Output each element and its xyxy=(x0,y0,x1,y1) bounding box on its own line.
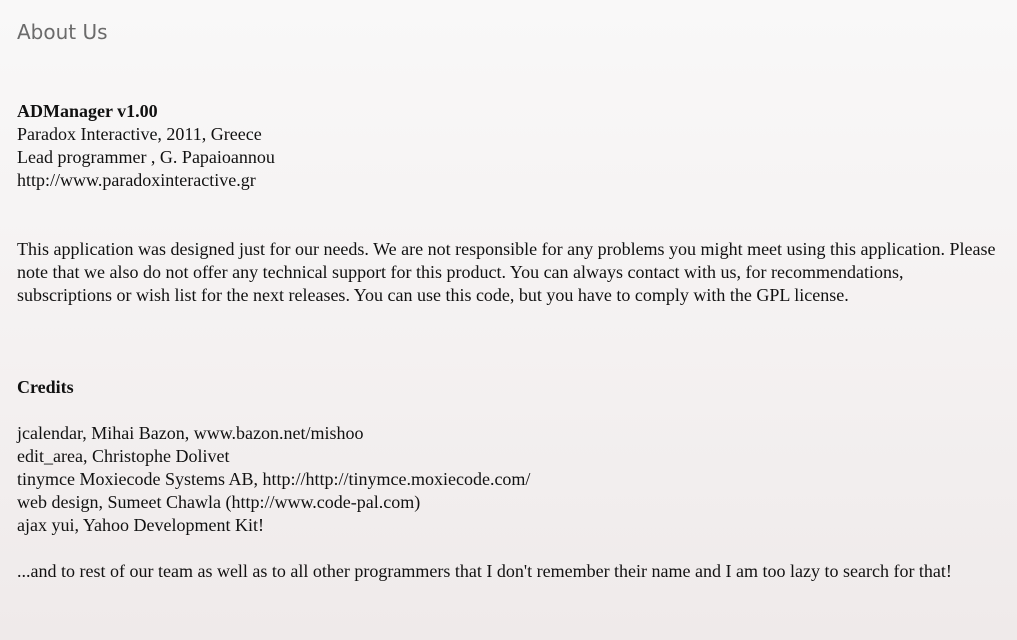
product-info: ADManager v1.00 Paradox Interactive, 201… xyxy=(17,100,997,192)
credit-item: ajax yui, Yahoo Development Kit! xyxy=(17,515,264,535)
credit-item: edit_area, Christophe Dolivet xyxy=(17,446,230,466)
website-link: http://www.paradoxinteractive.gr xyxy=(17,170,256,190)
product-name: ADManager v1.00 xyxy=(17,101,158,121)
page-title: About Us xyxy=(17,20,108,44)
about-content: ADManager v1.00 Paradox Interactive, 201… xyxy=(17,100,997,583)
company-line: Paradox Interactive, 2011, Greece xyxy=(17,124,262,144)
lead-programmer-line: Lead programmer , G. Papaioannou xyxy=(17,147,275,167)
disclaimer-paragraph: This application was designed just for o… xyxy=(17,239,996,305)
credit-item: web design, Sumeet Chawla (http://www.co… xyxy=(17,492,421,512)
credits-section: Credits jcalendar, Mihai Bazon, www.bazo… xyxy=(17,376,997,583)
credit-item: jcalendar, Mihai Bazon, www.bazon.net/mi… xyxy=(17,423,364,443)
credits-heading: Credits xyxy=(17,377,74,397)
credit-item: tinymce Moxiecode Systems AB, http://htt… xyxy=(17,469,531,489)
thanks-paragraph: ...and to rest of our team as well as to… xyxy=(17,561,952,581)
